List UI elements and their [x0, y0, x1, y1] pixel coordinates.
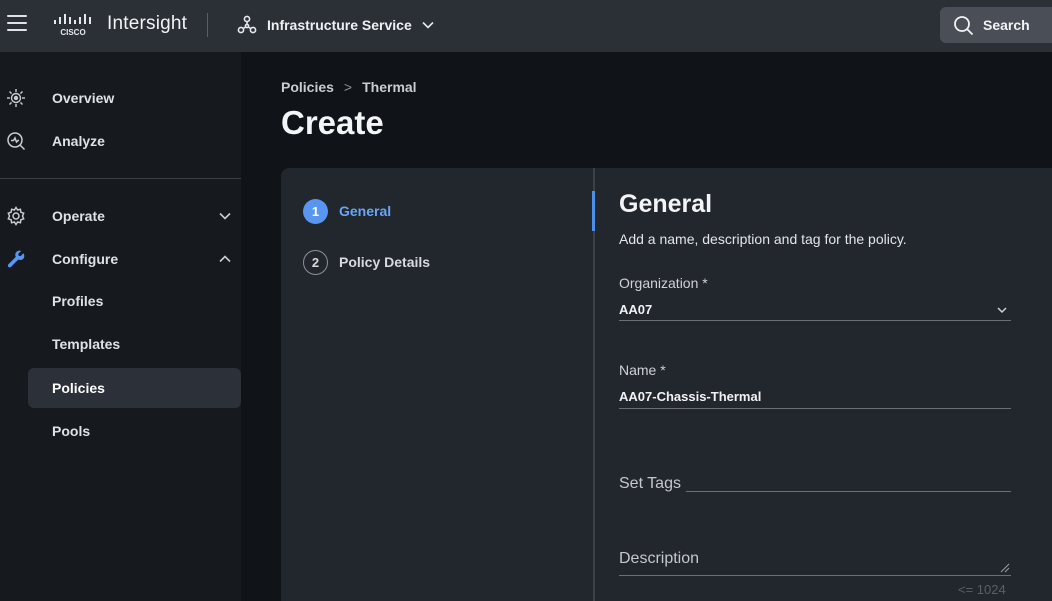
step-label: Policy Details [339, 254, 431, 270]
sidebar: Overview Analyze Operate Configure Profi… [0, 52, 241, 601]
sidebar-item-label: Configure [52, 251, 119, 267]
breadcrumb: Policies > Thermal [281, 78, 417, 96]
sidebar-item-templates[interactable]: Templates [28, 324, 241, 364]
sidebar-item-label: Analyze [52, 133, 105, 149]
name-underline [619, 408, 1011, 409]
organization-label: Organization * [619, 275, 708, 291]
hamburger-menu-icon[interactable] [7, 15, 27, 33]
sidebar-item-label: Templates [52, 336, 121, 352]
chevron-down-icon[interactable] [996, 304, 1008, 316]
service-label: Infrastructure Service [267, 17, 412, 33]
sidebar-item-label: Policies [52, 380, 105, 396]
sidebar-item-label: Pools [52, 423, 91, 439]
sidebar-item-profiles[interactable]: Profiles [28, 281, 241, 321]
sidebar-item-label: Overview [52, 90, 115, 106]
sidebar-item-label: Profiles [52, 293, 104, 309]
sidebar-item-policies[interactable]: Policies [28, 368, 241, 408]
active-step-indicator [592, 191, 595, 231]
step-number: 1 [303, 198, 328, 224]
wizard-step-general[interactable]: 1 General [303, 198, 391, 224]
resize-grip-icon[interactable] [1000, 563, 1010, 573]
sidebar-item-configure[interactable]: Configure [0, 240, 241, 278]
chevron-down-icon [422, 21, 434, 29]
breadcrumb-current: Thermal [362, 79, 417, 95]
breadcrumb-link-policies[interactable]: Policies [281, 79, 334, 95]
sidebar-item-analyze[interactable]: Analyze [0, 122, 241, 160]
configure-wrench-icon [7, 250, 25, 268]
name-label: Name * [619, 362, 666, 378]
chevron-down-icon [219, 212, 231, 220]
sidebar-divider [0, 178, 241, 179]
infrastructure-service-icon [237, 15, 257, 34]
search-icon [954, 15, 974, 35]
sidebar-item-label: Operate [52, 208, 105, 224]
set-tags-underline [686, 491, 1011, 492]
step-label: General [339, 203, 392, 219]
cisco-logo-icon: CISCO [54, 14, 91, 37]
organization-value: AA07 [619, 302, 653, 317]
description-placeholder: Description [619, 550, 700, 567]
page-title: Create [281, 104, 384, 141]
step-number: 2 [303, 249, 328, 275]
svg-text:CISCO: CISCO [60, 28, 85, 37]
sidebar-item-operate[interactable]: Operate [0, 197, 241, 235]
overview-icon [7, 89, 25, 107]
service-selector[interactable]: Infrastructure Service [236, 13, 435, 37]
form-title: General [619, 190, 713, 218]
search-button[interactable]: Search [940, 7, 1052, 43]
operate-gear-icon [7, 206, 25, 226]
description-underline [619, 575, 1011, 576]
wizard-step-policy-details[interactable]: 2 Policy Details [303, 249, 430, 275]
organization-select[interactable] [619, 296, 1011, 322]
sidebar-item-pools[interactable]: Pools [28, 411, 241, 451]
organization-underline [619, 320, 1011, 321]
app-title: Intersight [107, 13, 188, 34]
wizard-divider [593, 168, 595, 601]
breadcrumb-separator: > [343, 79, 353, 95]
analyze-icon [7, 132, 26, 151]
search-label: Search [983, 17, 1030, 33]
top-bar: CISCO Intersight Infrastructure Service … [0, 0, 1052, 52]
set-tags-placeholder: Set Tags [619, 475, 681, 492]
description-char-counter: <= 1024 [958, 582, 1006, 597]
form-subtitle: Add a name, description and tag for the … [619, 231, 907, 247]
sidebar-item-overview[interactable]: Overview [0, 79, 241, 117]
header-divider [207, 13, 208, 37]
chevron-up-icon [219, 255, 231, 263]
name-value: AA07-Chassis-Thermal [619, 389, 762, 404]
